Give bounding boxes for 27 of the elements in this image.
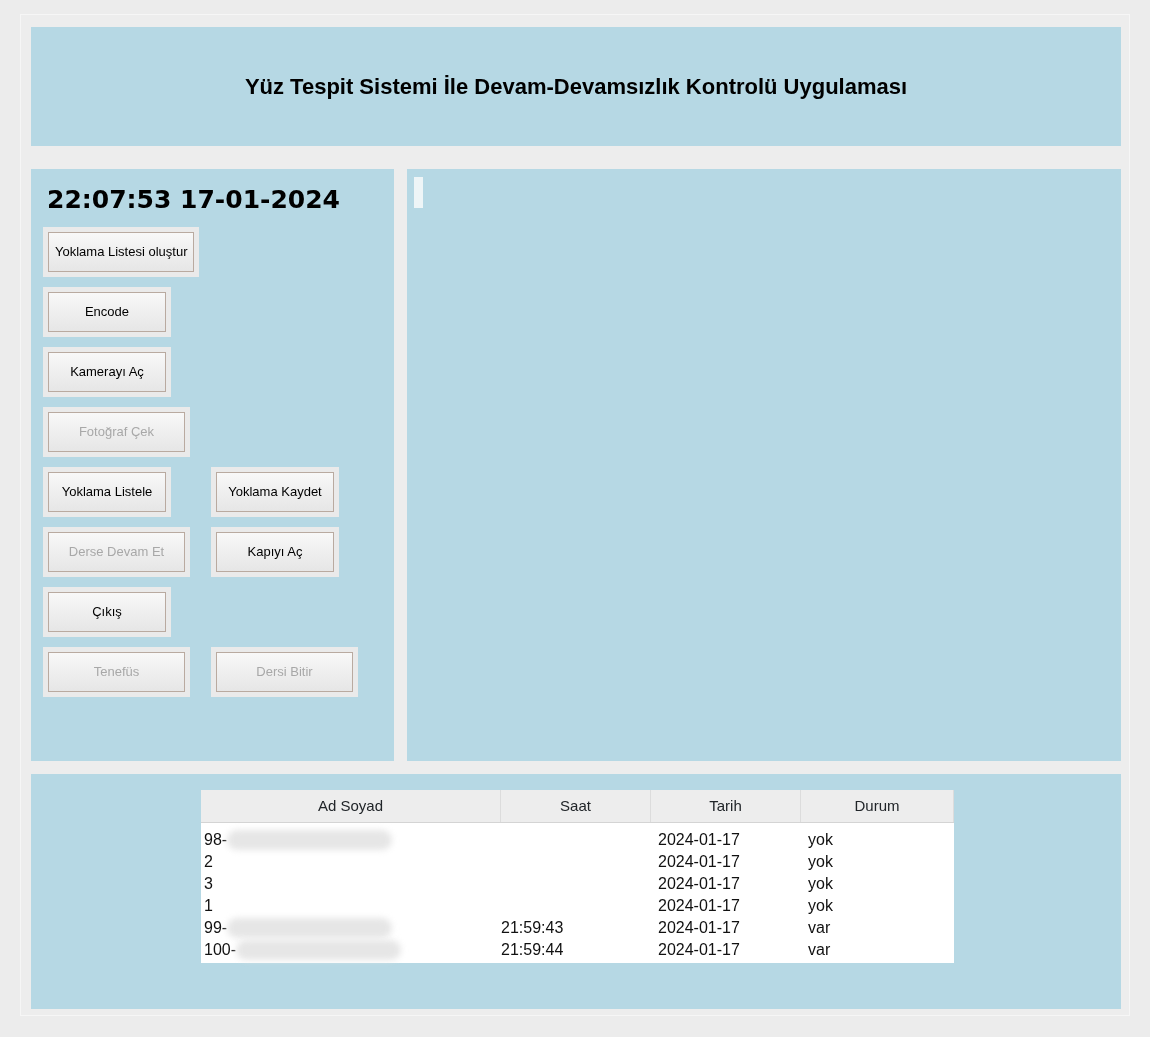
table-cell: 2024-01-17 — [658, 875, 740, 892]
column-header[interactable]: Tarih — [651, 790, 801, 822]
table-cell-text: 2 — [204, 852, 213, 872]
table-cell: 2024-01-17 — [658, 897, 740, 914]
table-cell-text: 3 — [204, 874, 213, 894]
table-cell-text: 99- — [204, 918, 228, 938]
table-cell: 2024-01-17 — [658, 831, 740, 848]
table-cell: 21:59:44 — [501, 941, 564, 958]
table-cell-text: 100- — [204, 940, 237, 960]
table-cell: yok — [808, 897, 833, 914]
column-header[interactable]: Ad Soyad — [201, 790, 501, 822]
table-cell-text: 98- — [204, 830, 228, 850]
table-cell: 21:59:43 — [501, 919, 564, 936]
table-cell: yok — [808, 853, 833, 870]
window-title: Yüz Tespit Sistemi İle Devam-Devamsızlık Kontrolü Uygulaması — [244, 73, 908, 101]
column-header[interactable]: Saat — [501, 790, 651, 822]
table-cell: 2024-01-17 — [658, 941, 740, 958]
column-header[interactable]: Durum — [801, 790, 954, 822]
table-cell: var — [808, 941, 831, 958]
table-cell: yok — [808, 875, 833, 892]
clock-text: 22:07:53 17-01-2024 — [47, 184, 341, 216]
empty-label — [414, 177, 423, 208]
table-cell: 2024-01-17 — [658, 853, 740, 870]
table-cell: 2024-01-17 — [658, 919, 740, 936]
table-cell: yok — [808, 831, 833, 848]
table-cell-text: 1 — [204, 896, 213, 916]
table-cell: var — [808, 919, 831, 936]
